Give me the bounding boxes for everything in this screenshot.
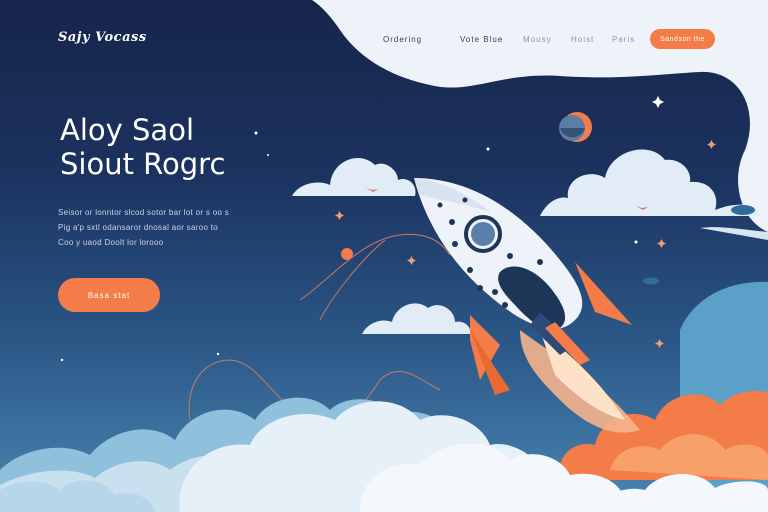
star-icon <box>655 339 664 348</box>
star-icon <box>707 140 716 149</box>
hero-description-line-3: Coo y uaod Doolt lor lorooo <box>58 238 164 247</box>
right-cloud <box>540 149 760 216</box>
hero-title: Aloy Saol Siout Rogrc <box>60 113 225 181</box>
hero-description-line-1: Seisor or lonntor slcod sotor bar lot or… <box>58 208 230 217</box>
hero-cta-button[interactable]: Basa stat <box>58 278 160 312</box>
nav-link-4[interactable]: Hoist <box>571 35 594 44</box>
star-dot <box>254 131 258 135</box>
planet-icon <box>559 112 592 142</box>
star-icon <box>657 239 666 248</box>
hero-title-line-1: Aloy Saol <box>60 113 194 147</box>
landing-page: Sajy Vocass Ordering Vote Blue Mousy Hoi… <box>0 0 768 512</box>
hero-illustration <box>0 0 768 512</box>
right-haze <box>700 227 768 240</box>
hero-description: Seisor or lonntor slcod sotor bar lot or… <box>58 205 278 250</box>
small-cloud <box>731 205 755 215</box>
small-cloud <box>292 157 416 196</box>
trajectory-line <box>299 233 451 301</box>
star-dot <box>60 358 64 362</box>
small-cloud <box>362 303 471 334</box>
header-cta-button[interactable]: Sandson the <box>650 29 715 49</box>
hero-description-line-2: Pig a'p sxtl odansaror dnosal aor saroo … <box>58 223 218 232</box>
small-cloud <box>643 277 659 285</box>
star-dot <box>486 147 490 151</box>
star-dot <box>267 154 269 156</box>
nav-link-5[interactable]: Paris <box>612 35 635 44</box>
nav-link-2[interactable]: Vote Blue <box>460 35 503 44</box>
nav-link-3[interactable]: Mousy <box>523 35 552 44</box>
star-dot <box>634 240 638 244</box>
rocket-exhaust <box>520 330 640 433</box>
nav-link-1[interactable]: Ordering <box>383 35 422 44</box>
star-icon <box>335 211 344 220</box>
star-dot <box>216 352 220 356</box>
star-icon <box>407 256 416 265</box>
brand-logo[interactable]: Sajy Vocass <box>58 30 147 45</box>
star-icon <box>652 96 664 108</box>
hero-title-line-2: Siout Rogrc <box>60 147 226 181</box>
